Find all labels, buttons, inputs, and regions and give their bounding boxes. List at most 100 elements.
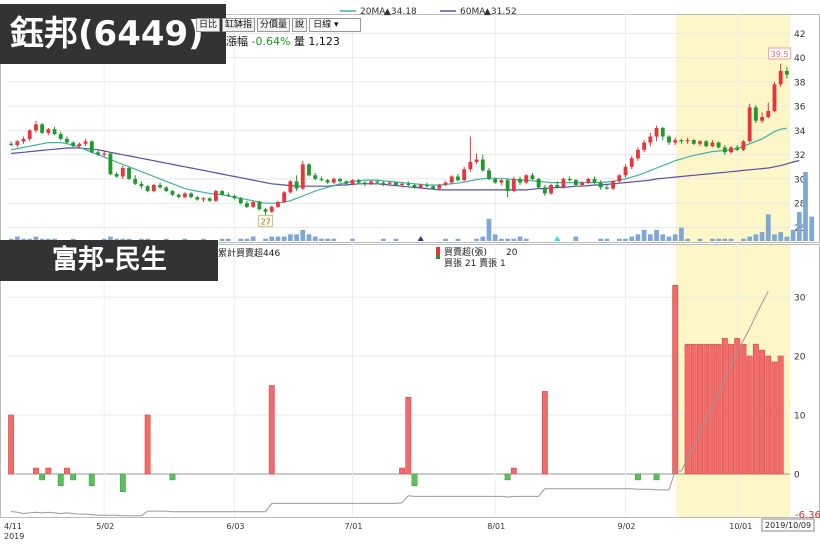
- candle-body: [425, 185, 429, 187]
- candle-body: [151, 185, 156, 192]
- volume-bar: [679, 227, 684, 241]
- candle-body: [760, 117, 764, 121]
- candle-body: [263, 209, 268, 212]
- volume-bar: [480, 236, 486, 241]
- net-buy-bar: [690, 343, 697, 475]
- date-tick-label: 10/01: [729, 522, 752, 531]
- net-buy-bar: [144, 414, 151, 475]
- price-tick-label: 40: [794, 54, 806, 64]
- candle-body: [580, 182, 585, 185]
- net-buy-bar: [728, 343, 734, 475]
- volume-bar: [455, 238, 461, 241]
- candle-body: [642, 142, 647, 150]
- net-buy-bar: [541, 391, 548, 475]
- toolbar-button-indicator[interactable]: 缸缽指: [222, 18, 256, 32]
- stock-title: 鈺邦(6449): [0, 4, 226, 64]
- candle-body: [623, 166, 628, 176]
- volume-bar: [641, 229, 647, 241]
- volume-label: 量: [293, 35, 305, 48]
- candle-body: [462, 169, 467, 181]
- volume-bar: [765, 214, 771, 241]
- broker-title: 富邦-民生: [0, 240, 218, 281]
- volume-bar: [238, 238, 244, 241]
- volume-bar: [263, 238, 268, 241]
- candle-body: [238, 198, 243, 204]
- candle-body: [127, 168, 131, 179]
- volume-bar: [300, 229, 306, 241]
- ma60-legend-value: ▲31.52: [484, 7, 517, 17]
- period-select[interactable]: 日線 ▾: [309, 18, 362, 32]
- net-legend-label: 買賣超(張): [444, 246, 487, 258]
- volume-bar: [809, 216, 815, 241]
- candle-body: [573, 180, 578, 185]
- volume-bar: [784, 236, 790, 241]
- volume-bar: [710, 238, 715, 241]
- candle-body: [381, 182, 386, 184]
- candle-body: [698, 141, 702, 144]
- net-sell-bar: [88, 473, 95, 487]
- candle-body: [784, 71, 789, 75]
- volume-bar: [672, 234, 678, 241]
- volume-bar: [306, 234, 312, 241]
- volume-bar: [443, 238, 448, 241]
- volume-bar: [517, 236, 523, 241]
- candle-body: [487, 170, 491, 179]
- candle-body: [133, 178, 138, 184]
- net-buy-bar: [740, 343, 747, 475]
- price-tick-label: 32: [794, 151, 805, 161]
- candle-body: [34, 124, 38, 131]
- candle-body: [567, 178, 572, 181]
- candle-body: [83, 141, 88, 144]
- candle-body: [77, 143, 82, 147]
- volume-bar: [486, 218, 492, 241]
- candle-body: [52, 129, 57, 135]
- broker-panel: 0102030-6.36分點進出買賣超(張)20買張 21 賣張 14/1120…: [0, 244, 820, 541]
- candle-body: [387, 182, 392, 184]
- high-label: 39.5: [768, 47, 792, 60]
- candle-body: [108, 153, 113, 175]
- date-tick-label: 7/01: [344, 522, 362, 531]
- price-tick-label: 42: [794, 30, 805, 40]
- volume-bar: [325, 238, 330, 241]
- net-buy-bar: [771, 361, 778, 475]
- candle-body: [257, 201, 262, 210]
- volume-bar: [666, 236, 672, 241]
- ma20-legend-label: 20MA: [360, 7, 386, 17]
- volume-bar: [474, 238, 479, 241]
- net-buy-bar: [672, 284, 679, 475]
- volume-bar: [728, 238, 734, 241]
- date-tick-label: 5/02: [96, 522, 114, 531]
- net-buy-bar: [268, 385, 275, 475]
- toolbar-button-help[interactable]: 說: [292, 18, 308, 32]
- net-legend-value: 20: [506, 248, 518, 258]
- candle-body: [499, 180, 504, 183]
- chart-toolbar: 日比 缸缽指 分價量 說 日線 ▾: [196, 18, 362, 32]
- candle-body: [375, 181, 380, 183]
- volume-bar: [281, 236, 287, 241]
- candle-body: [307, 164, 311, 176]
- volume-bar: [225, 238, 231, 241]
- candle-body: [586, 178, 591, 183]
- volume-bar: [803, 172, 808, 241]
- volume-bar: [647, 234, 653, 241]
- volume-bar: [511, 238, 517, 241]
- candle-body: [27, 130, 32, 139]
- candle-body: [536, 178, 541, 188]
- net-buy-bar: [510, 467, 517, 475]
- date-tick-label: 9/02: [618, 522, 636, 531]
- net-buy-bar: [746, 355, 753, 475]
- candle-body: [145, 186, 150, 192]
- volume-bar: [288, 234, 293, 241]
- toolbar-button-compare[interactable]: 日比: [196, 18, 221, 32]
- volume-bar: [319, 238, 324, 241]
- net-buy-bar: [32, 467, 39, 475]
- toolbar-button-price-volume[interactable]: 分價量: [257, 18, 291, 32]
- candle-body: [58, 134, 63, 139]
- candle-body: [524, 175, 529, 183]
- date-tick-label: 8/01: [487, 522, 505, 531]
- volume-bar: [598, 238, 604, 241]
- candle-body: [766, 111, 771, 118]
- candle-body: [418, 185, 423, 188]
- candle-body: [629, 158, 634, 167]
- candle-body: [648, 136, 653, 143]
